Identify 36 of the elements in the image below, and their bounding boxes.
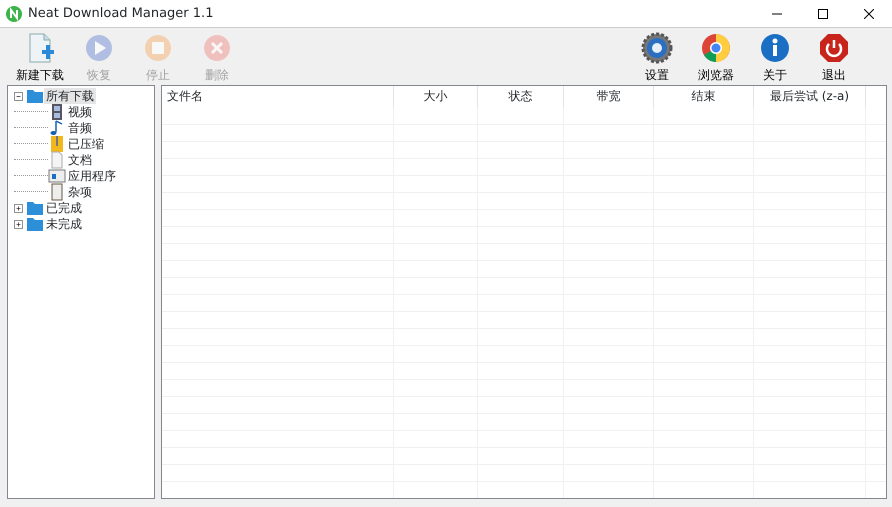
expander-icon[interactable] <box>14 92 23 100</box>
tree-item[interactable]: 视频 <box>66 104 94 120</box>
expander-icon[interactable] <box>14 220 23 228</box>
info-icon <box>759 32 791 64</box>
toolbar-button[interactable]: 关于 <box>747 28 803 84</box>
column-header[interactable]: 结束 <box>654 86 754 108</box>
tree-item[interactable]: 应用程序 <box>66 168 118 184</box>
browser-icon <box>700 32 732 64</box>
column-header[interactable]: 带宽 <box>564 86 654 108</box>
archive-icon <box>48 135 66 153</box>
column-header[interactable]: 最后尝试 (z-a) <box>754 86 866 108</box>
column-header[interactable]: 状态 <box>478 86 564 108</box>
tree-item[interactable]: 未完成 <box>44 216 84 232</box>
column-header[interactable]: 大小 <box>394 86 478 108</box>
tree-item[interactable]: 音频 <box>66 120 94 136</box>
folder-icon <box>26 199 44 217</box>
settings-icon <box>641 32 673 64</box>
toolbar-button[interactable]: 退出 <box>806 28 862 84</box>
tree-item[interactable]: 已压缩 <box>66 136 106 152</box>
close-icon <box>864 9 874 20</box>
window-title: Neat Download Manager 1.1 <box>28 4 214 23</box>
toolbar-button[interactable]: 新建下载 <box>12 28 68 84</box>
expander-icon[interactable] <box>14 204 23 212</box>
app-logo <box>6 6 22 22</box>
maximize-icon <box>818 9 828 20</box>
tree-item[interactable]: 所有下载 <box>44 88 96 104</box>
window-icon <box>48 167 66 185</box>
tree-item[interactable]: 文档 <box>66 152 94 168</box>
tree-item[interactable]: 杂项 <box>66 184 94 200</box>
power-icon <box>818 32 850 64</box>
folder-icon <box>26 215 44 233</box>
toolbar-button[interactable]: 设置 <box>629 28 685 84</box>
folder-icon <box>26 87 44 105</box>
tree-item[interactable]: 已完成 <box>44 200 84 216</box>
toolbar-button[interactable]: 浏览器 <box>688 28 744 84</box>
column-header[interactable]: 文件名 <box>162 86 394 108</box>
